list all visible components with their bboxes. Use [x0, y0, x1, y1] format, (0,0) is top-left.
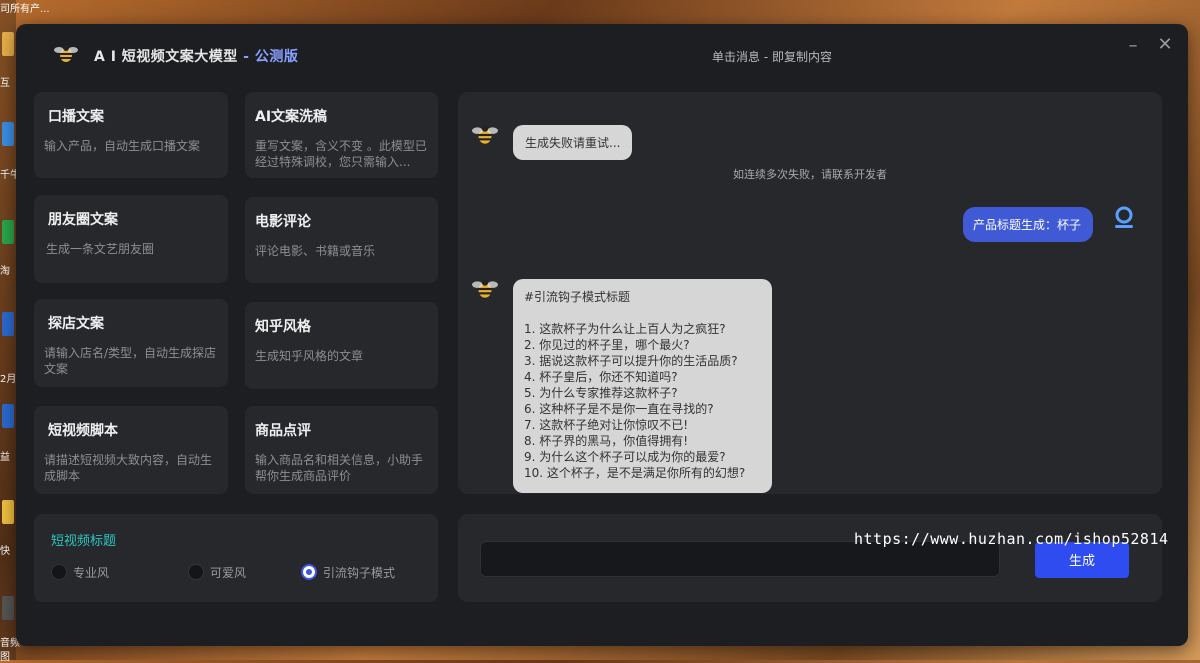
message-line: 7. 这款杯子绝对让你惊叹不已! [524, 418, 689, 432]
title-style-panel: 短视频标题 专业风 可爱风 引流钩子模式 [34, 514, 438, 602]
app-version: - 公测版 [237, 49, 299, 65]
card-desc: 重写文案，含义不变 。此模型已经过特殊调校，您只需输入... [255, 139, 427, 169]
message-line: 10. 这个杯子，是不是满足你所有的幻想? [524, 466, 746, 480]
desktop-top-text: 司所有产... [0, 4, 50, 15]
app-title-text: A I 短视频文案大模型 [94, 49, 238, 65]
radio-dot-selected[interactable] [301, 564, 317, 580]
desktop-app-icon[interactable] [2, 122, 14, 146]
card-title: 短视频脚本 [48, 423, 118, 439]
card-product-review[interactable]: 商品点评 输入商品名和相关信息，小助手帮你生成商品评价 [245, 406, 438, 494]
input-panel: 生成 [458, 514, 1162, 602]
card-desc: 输入商品名和相关信息，小助手帮你生成商品评价 [255, 453, 424, 483]
radio-dot[interactable] [188, 564, 204, 580]
user-message[interactable]: 产品标题生成：杯子 [963, 207, 1094, 242]
bee-logo-icon [54, 45, 78, 62]
system-note: 如连续多次失败，请联系开发者 [733, 168, 887, 181]
card-title: 电影评论 [255, 214, 311, 230]
desktop-app-icon[interactable] [2, 404, 14, 428]
card-title: 知乎风格 [255, 319, 311, 335]
card-video-script[interactable]: 短视频脚本 请描述短视频大致内容，自动生成脚本 [34, 406, 228, 494]
radio-label: 专业风 [73, 566, 110, 580]
card-moments[interactable]: 朋友圈文案 生成一条文艺朋友圈 [34, 195, 228, 283]
minimize-button[interactable]: – [1126, 37, 1140, 55]
card-desc: 评论电影、书籍或音乐 [255, 244, 376, 258]
radio-label: 可爱风 [210, 566, 247, 580]
chat-panel[interactable]: 生成失败请重试... 如连续多次失败，请联系开发者 产品标题生成：杯子 #引流钩… [458, 92, 1162, 494]
message-line: 5. 为什么专家推荐这款杯子? [524, 386, 678, 400]
app-title: A I 短视频文案大模型 - 公测版 [94, 46, 298, 66]
close-button[interactable]: ✕ [1156, 36, 1174, 54]
watermark-url: https://www.huzhan.com/ishop52814 [854, 530, 1169, 548]
message-line: #引流钩子模式标题 [524, 290, 631, 304]
card-title: 口播文案 [48, 109, 104, 125]
card-movie-review[interactable]: 电影评论 评论电影、书籍或音乐 [245, 197, 438, 283]
radio-label: 引流钩子模式 [323, 566, 396, 580]
desktop-app-icon[interactable] [2, 32, 14, 56]
card-desc: 输入产品，自动生成口播文案 [44, 139, 201, 153]
card-ai-rewrite[interactable]: AI文案洗稿 重写文案，含义不变 。此模型已经过特殊调校，您只需输入... [245, 92, 438, 178]
bot-message[interactable]: 生成失败请重试... [513, 125, 633, 160]
card-desc: 请描述短视频大致内容，自动生成脚本 [44, 453, 213, 483]
card-title: 商品点评 [255, 423, 311, 439]
bot-avatar-icon [472, 125, 498, 144]
desktop-label: 互 [0, 78, 10, 89]
card-desc: 生成知乎风格的文章 [255, 349, 364, 363]
title-bar[interactable]: A I 短视频文案大模型 - 公测版 单击消息 - 即复制内容 – ✕ [16, 24, 1188, 86]
desktop-icon-strip: 互 千牛 淘 2月 益 快 音频 图 [0, 0, 20, 663]
card-title: 探店文案 [48, 316, 104, 332]
desktop-label: 2月 [0, 374, 17, 385]
desktop-label: 淘 [0, 266, 10, 277]
radio-dot[interactable] [51, 564, 67, 580]
user-avatar-icon [1115, 206, 1133, 228]
card-desc: 请输入店名/类型，自动生成探店文案 [44, 346, 217, 376]
message-line: 8. 杯子界的黑马，你值得拥有! [524, 434, 689, 448]
bot-avatar-icon [472, 279, 498, 298]
message-line: 6. 这种杯子是不是你一直在寻找的? [524, 402, 714, 416]
card-zhihu-style[interactable]: 知乎风格 生成知乎风格的文章 [245, 302, 438, 389]
message-line: 3. 据说这款杯子可以提升你的生活品质? [524, 354, 738, 368]
card-koubo[interactable]: 口播文案 输入产品，自动生成口播文案 [34, 92, 228, 178]
desktop-label: 图 [0, 652, 10, 663]
message-line: 9. 为什么这个杯子可以成为你的最爱? [524, 450, 726, 464]
desktop-app-icon[interactable] [2, 220, 14, 244]
bot-result-message[interactable]: #引流钩子模式标题 1. 这款杯子为什么让上百人为之疯狂? 2. 你见过的杯子里… [513, 279, 772, 493]
card-title: AI文案洗稿 [255, 109, 328, 125]
app-window: A I 短视频文案大模型 - 公测版 单击消息 - 即复制内容 – ✕ 口播文案… [16, 24, 1188, 646]
desktop-label: 益 [0, 452, 10, 463]
message-line: 2. 你见过的杯子里，哪个最火? [524, 338, 690, 352]
message-line [524, 305, 760, 321]
copy-hint: 单击消息 - 即复制内容 [712, 50, 832, 64]
card-desc: 生成一条文艺朋友圈 [46, 242, 155, 256]
desktop-app-icon[interactable] [2, 500, 14, 524]
card-store-visit[interactable]: 探店文案 请输入店名/类型，自动生成探店文案 [34, 299, 228, 387]
message-line: 1. 这款杯子为什么让上百人为之疯狂? [524, 322, 726, 336]
card-title: 朋友圈文案 [48, 212, 118, 228]
desktop-app-icon[interactable] [2, 596, 14, 620]
message-line: 4. 杯子皇后，你还不知道吗? [524, 370, 678, 384]
title-style-heading: 短视频标题 [51, 534, 117, 549]
desktop-label: 快 [0, 546, 10, 557]
desktop-app-icon[interactable] [2, 312, 14, 336]
